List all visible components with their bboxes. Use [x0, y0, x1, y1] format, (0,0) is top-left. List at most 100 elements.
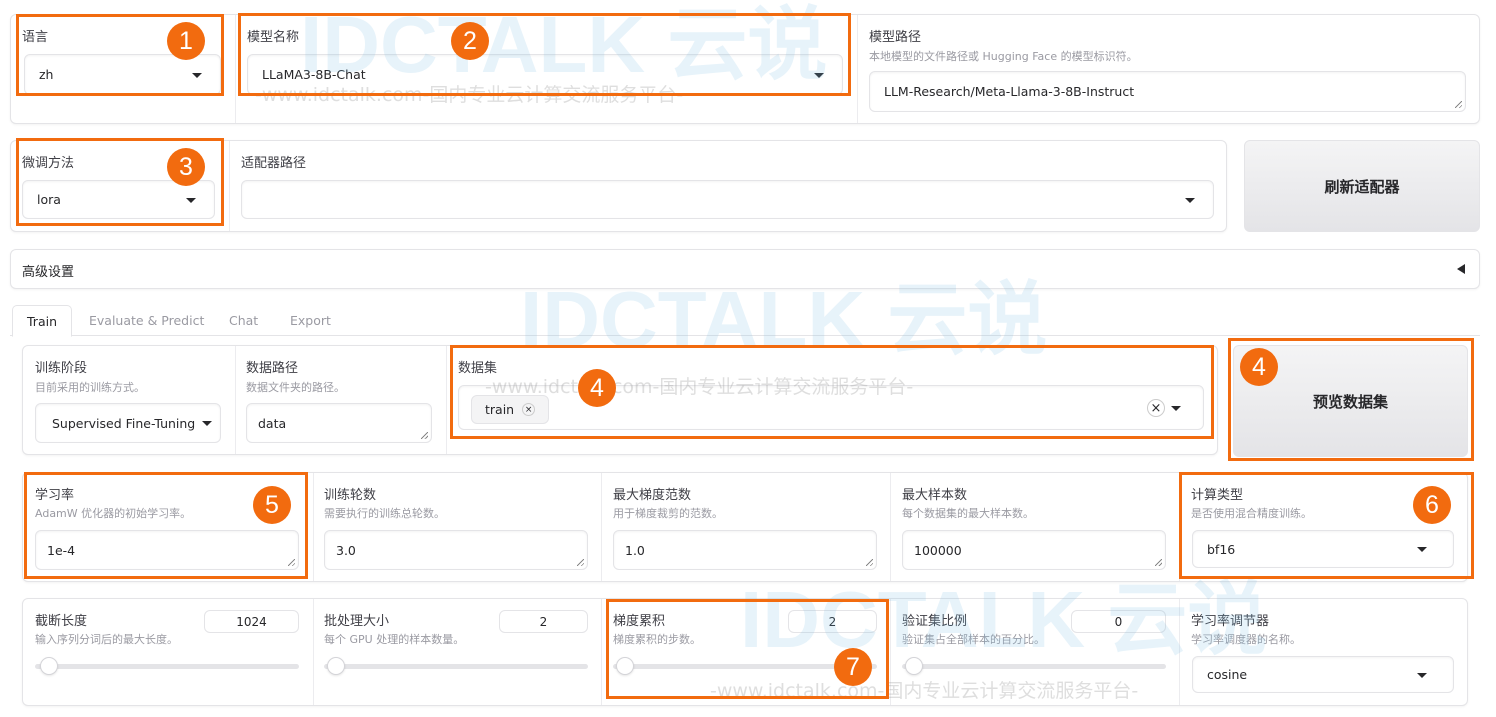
val-info: 验证集占全部样本的百分比。	[902, 633, 1045, 646]
chevron-down-icon	[1417, 547, 1427, 552]
val-slider-thumb[interactable]	[905, 657, 923, 675]
grad_acc-info: 梯度累积的步数。	[613, 633, 701, 646]
grad_acc-slider-thumb[interactable]	[616, 657, 634, 675]
max-grad-info: 用于梯度裁剪的范数。	[613, 507, 723, 520]
epochs-value: 3.0	[336, 542, 356, 558]
scheduler-dropdown[interactable]: cosine	[1192, 656, 1454, 693]
grad_acc-number-input[interactable]: 2	[788, 610, 877, 633]
model-name-label: 模型名称	[247, 30, 300, 45]
resize-handle[interactable]	[1155, 559, 1162, 566]
resize-handle[interactable]	[577, 559, 584, 566]
scheduler-label: 学习率调节器	[1191, 614, 1270, 629]
annotation-number: 3	[167, 148, 205, 186]
batch-label: 批处理大小	[324, 614, 390, 629]
val-number-input[interactable]: 0	[1071, 610, 1166, 633]
annotation-number: 7	[834, 648, 872, 686]
model-name-value: LLaMA3-8B-Chat	[262, 67, 366, 82]
refresh-adapter-button[interactable]: 刷新适配器	[1244, 140, 1480, 232]
adapter-dropdown[interactable]	[241, 180, 1214, 219]
max-samples-value: 100000	[914, 542, 962, 558]
grad_acc-label: 梯度累积	[613, 614, 666, 629]
stage-info: 目前采用的训练方式。	[35, 381, 145, 394]
annotation-number: 2	[451, 22, 489, 60]
resize-handle[interactable]	[421, 432, 428, 439]
tab-chat[interactable]: Chat	[215, 305, 272, 336]
triangle-left-icon	[1457, 264, 1465, 274]
data-dir-info: 数据文件夹的路径。	[246, 381, 345, 394]
tab-train[interactable]: Train	[12, 305, 72, 337]
epochs-label: 训练轮数	[324, 488, 377, 503]
language-label: 语言	[22, 30, 49, 45]
resize-handle[interactable]	[866, 559, 873, 566]
annotation-number: 4	[1240, 348, 1278, 386]
dataset-multiselect[interactable]: train × ×	[458, 385, 1204, 430]
model-name-dropdown[interactable]: LLaMA3-8B-Chat	[247, 54, 843, 95]
chevron-down-icon	[192, 72, 202, 78]
chevron-down-icon	[814, 72, 824, 78]
model-path-input[interactable]: LLM-Research/Meta-Llama-3-8B-Instruct	[869, 71, 1466, 112]
data-dir-input[interactable]: data	[246, 403, 432, 443]
advanced-settings-label: 高级设置	[22, 265, 75, 280]
model-path-value: LLM-Research/Meta-Llama-3-8B-Instruct	[884, 84, 1135, 99]
clear-icon[interactable]: ×	[1147, 399, 1165, 417]
language-dropdown[interactable]: zh	[24, 54, 221, 95]
data-dir-value: data	[258, 415, 287, 431]
finetune-value: lora	[37, 192, 61, 207]
stage-label: 训练阶段	[35, 361, 88, 376]
data-dir-label: 数据路径	[246, 361, 299, 376]
model-path-label: 模型路径	[869, 30, 922, 45]
chip-remove-icon[interactable]: ×	[522, 403, 536, 416]
stage-value: Supervised Fine-Tuning	[52, 415, 196, 431]
compute-label: 计算类型	[1191, 488, 1244, 503]
val-slider-track[interactable]	[902, 664, 1166, 669]
scheduler-info: 学习率调度器的名称。	[1191, 633, 1301, 646]
batch-number-input[interactable]: 2	[499, 610, 588, 633]
stage-dropdown[interactable]: Supervised Fine-Tuning	[35, 403, 221, 443]
batch-slider-track[interactable]	[324, 664, 588, 669]
lr-info: AdamW 优化器的初始学习率。	[35, 507, 192, 520]
dataset-chip: train ×	[471, 395, 549, 424]
dataset-label: 数据集	[458, 361, 498, 376]
tab-evaluate-predict[interactable]: Evaluate & Predict	[75, 305, 218, 336]
max-grad-label: 最大梯度范数	[613, 488, 692, 503]
finetune-label: 微调方法	[22, 156, 75, 171]
chevron-down-icon	[1417, 672, 1427, 678]
cutoff-number-input[interactable]: 1024	[204, 610, 299, 633]
chip-label: train	[485, 402, 515, 417]
compute-value: bf16	[1207, 541, 1236, 557]
annotation-number: 1	[167, 22, 205, 60]
max-grad-input[interactable]: 1.0	[613, 530, 877, 570]
val-value: 0	[1114, 614, 1123, 629]
chevron-down-icon	[1171, 405, 1181, 411]
batch-slider-thumb[interactable]	[327, 657, 345, 675]
max-samples-input[interactable]: 100000	[902, 530, 1166, 570]
resize-handle[interactable]	[288, 559, 295, 566]
resize-handle[interactable]	[1455, 101, 1462, 108]
grad_acc-value: 2	[828, 614, 837, 629]
language-value: zh	[39, 67, 54, 82]
advanced-settings-accordion[interactable]: 高级设置	[10, 249, 1480, 289]
chevron-down-icon	[1185, 197, 1195, 203]
chevron-down-icon	[186, 197, 196, 203]
chevron-down-icon	[202, 421, 212, 426]
cutoff-slider-track[interactable]	[35, 664, 299, 669]
scheduler-value: cosine	[1207, 667, 1248, 682]
max-grad-value: 1.0	[625, 542, 645, 558]
adapter-label: 适配器路径	[241, 156, 307, 171]
batch-info: 每个 GPU 处理的样本数量。	[324, 633, 465, 646]
epochs-input[interactable]: 3.0	[324, 530, 588, 570]
val-label: 验证集比例	[902, 614, 968, 629]
max-samples-label: 最大样本数	[902, 488, 968, 503]
model-path-info: 本地模型的文件路径或 Hugging Face 的模型标识符。	[869, 50, 1138, 63]
tab-export[interactable]: Export	[276, 305, 345, 336]
cutoff-info: 输入序列分词后的最大长度。	[35, 633, 178, 646]
compute-dropdown[interactable]: bf16	[1192, 530, 1454, 568]
lr-value: 1e-4	[47, 542, 76, 558]
cutoff-label: 截断长度	[35, 614, 88, 629]
cutoff-value: 1024	[236, 614, 267, 629]
compute-info: 是否使用混合精度训练。	[1191, 507, 1312, 520]
annotation-number: 6	[1413, 486, 1451, 524]
epochs-info: 需要执行的训练总轮数。	[324, 507, 445, 520]
max-samples-info: 每个数据集的最大样本数。	[902, 507, 1034, 520]
lr-input[interactable]: 1e-4	[35, 530, 299, 570]
